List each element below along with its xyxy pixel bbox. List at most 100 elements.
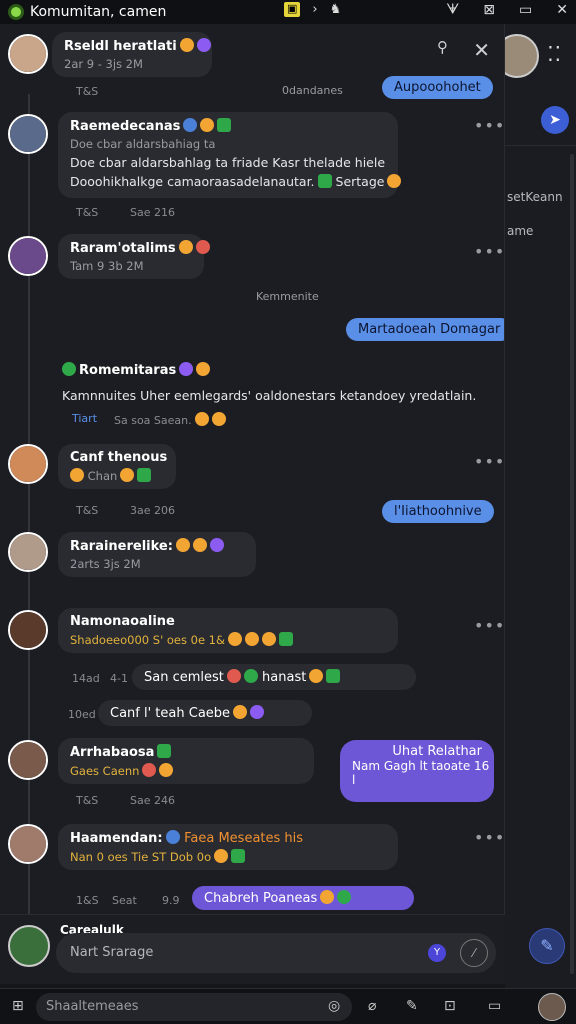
message-bubble[interactable]: Raemedecanas Doe cbar aldarsbahiag ta Do… <box>58 112 402 198</box>
chip-prefix: 10ed <box>68 708 96 721</box>
user-avatar[interactable] <box>8 925 50 967</box>
message-meta: T&S <box>76 504 99 517</box>
send-icon[interactable]: ➤ <box>541 106 569 134</box>
message-bubble[interactable]: Arrhabaosa Gaes Caenn <box>58 738 314 784</box>
avatar[interactable] <box>8 444 48 484</box>
message-meta: T&S <box>76 794 99 807</box>
message-bubble[interactable]: Namonaoaline Shadoeeo000 S' oes 0e 1& <box>58 608 398 653</box>
message-bubble[interactable]: Rarainerelike: 2arts 3js 2M <box>58 532 256 577</box>
reply-pill[interactable]: Aupooohohet <box>382 76 493 99</box>
sender-name: Canf thenous <box>70 450 168 465</box>
avatar[interactable] <box>8 532 48 572</box>
sender-name: Haamendan: Faea Meseates his <box>70 830 304 846</box>
image-icon[interactable]: ⊡ <box>444 998 456 1014</box>
sender-name: Raemedecanas <box>70 118 386 134</box>
status-right-icons: ᗖ ⊠ ▭ ✕ <box>446 2 568 18</box>
app-logo-icon <box>8 4 24 20</box>
close-icon[interactable]: ✕ <box>556 2 568 18</box>
book-icon[interactable]: ▭ <box>488 998 501 1014</box>
message-meta: Sa soa Saean. <box>114 412 226 427</box>
avatar[interactable] <box>8 610 48 650</box>
chevron-icon: › <box>312 2 318 17</box>
message-input[interactable]: Nart Srarage Y ⁄ <box>56 933 496 973</box>
message-subtext: Shadoeeo000 S' oes 0e 1& <box>70 632 386 647</box>
wifi-icon: ᗖ <box>446 2 460 18</box>
more-options-icon[interactable]: ••• <box>474 116 504 135</box>
right-pane-text: setKeann <box>507 190 563 204</box>
message-meta: T&S <box>76 85 99 98</box>
window-icon[interactable]: ▭ <box>519 2 532 18</box>
pin-icon[interactable]: ⚲ <box>437 38 448 56</box>
message-subtext: Tam 9 3b 2M <box>70 259 144 273</box>
reply-pill[interactable]: Martadoeah Domagar <box>346 318 504 341</box>
notification-icon: ▣ <box>284 2 301 17</box>
app-title: Komumitan, camen <box>30 4 167 20</box>
reaction-chip[interactable]: San cemlest hanast <box>132 664 416 690</box>
message-text: Kamnnuites Uher eemlegards' oaldonestars… <box>62 388 477 403</box>
compose-icon[interactable]: ✎ <box>529 928 565 964</box>
message-subtext: Doe cbar aldarsbahiag ta <box>70 137 216 151</box>
message-bubble[interactable]: Canf thenous Chan <box>58 444 176 489</box>
reply-body: Nam Gagh lt taoate 16 <box>352 759 490 773</box>
message-subtext: Gaes Caenn <box>70 763 302 778</box>
reply-pill[interactable]: l'Iiathoohnive <box>382 500 494 523</box>
message-meta: 9.9 <box>162 894 180 907</box>
avatar[interactable] <box>8 740 48 780</box>
message-block[interactable]: Romemitaras Kamnnuites Uher eemlegards' … <box>62 362 476 403</box>
attach-icon[interactable]: Y <box>428 944 446 962</box>
more-options-icon[interactable]: ••• <box>474 452 504 471</box>
right-pane: ⁚⁚ ➤ setKeann ame ✎ <box>495 24 576 1024</box>
message-text: Doe cbar aldarsbahlag ta friade Kasr the… <box>70 155 386 170</box>
reaction-chip[interactable]: Chabreh Poaneas <box>192 886 414 910</box>
send-button[interactable]: ⁄ <box>460 939 488 967</box>
thread-line <box>28 94 30 914</box>
avatar[interactable] <box>8 114 48 154</box>
message-subtext: Nan 0 oes Tie ST Dob 0o <box>70 849 386 864</box>
chip-prefix: 14ad <box>72 672 100 685</box>
gallery-icon: ⊠ <box>483 2 496 18</box>
link-icon[interactable]: ⌀ <box>368 998 376 1014</box>
more-options-icon[interactable]: ••• <box>474 616 504 635</box>
target-icon[interactable]: ◎ <box>328 998 340 1014</box>
message-meta: Seat <box>112 894 137 907</box>
more-options-icon[interactable]: ⁚⁚ <box>547 42 562 66</box>
status-bar: Komumitan, camen ▣ › ♞ ᗖ ⊠ ▭ ✕ <box>0 0 576 24</box>
message-bubble[interactable]: Haamendan: Faea Meseates his Nan 0 oes T… <box>58 824 398 870</box>
message-bubble[interactable]: Raram'otalims Tam 9 3b 2M <box>58 234 210 279</box>
sender-name: Namonaoaline <box>70 614 175 629</box>
sender-name: Romemitaras <box>62 362 476 378</box>
chat-panel: ⚲ ✕ Rseldl heratlati 2ar 9 - 3js 2M T&S … <box>0 24 505 914</box>
message-meta: Sae 246 <box>130 794 175 807</box>
message-input-placeholder: Nart Srarage <box>70 945 154 960</box>
message-subtext: 2arts 3js 2M <box>70 557 141 571</box>
reply-body: l <box>352 773 356 787</box>
sender-name: Raram'otalims <box>70 240 210 256</box>
message-subtext: 2ar 9 - 3js 2M <box>64 57 143 71</box>
user-avatar[interactable] <box>538 993 566 1021</box>
right-pane-text: ame <box>507 224 534 238</box>
message-subtext: Chan <box>70 468 164 483</box>
search-input[interactable]: Shaaltemeaes <box>36 993 352 1021</box>
bottom-bar: ⊞ Shaaltemeaes ◎ ⌀ ✎ ⊡ ▭ <box>0 988 576 1024</box>
edit-icon[interactable]: ✎ <box>406 998 418 1014</box>
message-meta: 3ae 206 <box>130 504 175 517</box>
close-panel-button[interactable]: ✕ <box>473 38 490 62</box>
message-text: Dooohikhalkge camaoraasadelanautar. Sert… <box>70 174 402 189</box>
message-meta: 1&S <box>76 894 99 907</box>
avatar[interactable] <box>8 824 48 864</box>
reply-bubble[interactable]: Uhat Relathar Nam Gagh lt taoate 16 l <box>340 740 494 802</box>
scrollbar[interactable] <box>570 154 574 974</box>
section-label: Kemmenite <box>256 290 319 303</box>
more-options-icon[interactable]: ••• <box>474 828 504 847</box>
more-options-icon[interactable]: ••• <box>474 242 504 261</box>
message-meta: T&S <box>76 206 99 219</box>
grid-icon[interactable]: ⊞ <box>12 998 24 1014</box>
chip-prefix: 4-1 <box>110 672 128 685</box>
avatar[interactable] <box>8 236 48 276</box>
message-meta: Tiart <box>72 412 98 425</box>
section-label: 0dandanes <box>282 84 343 97</box>
bell-icon: ♞ <box>329 2 342 17</box>
message-bubble[interactable]: Rseldl heratlati 2ar 9 - 3js 2M <box>52 32 212 77</box>
reaction-chip[interactable]: Canf l' teah Caebe <box>98 700 312 726</box>
avatar[interactable] <box>8 34 48 74</box>
